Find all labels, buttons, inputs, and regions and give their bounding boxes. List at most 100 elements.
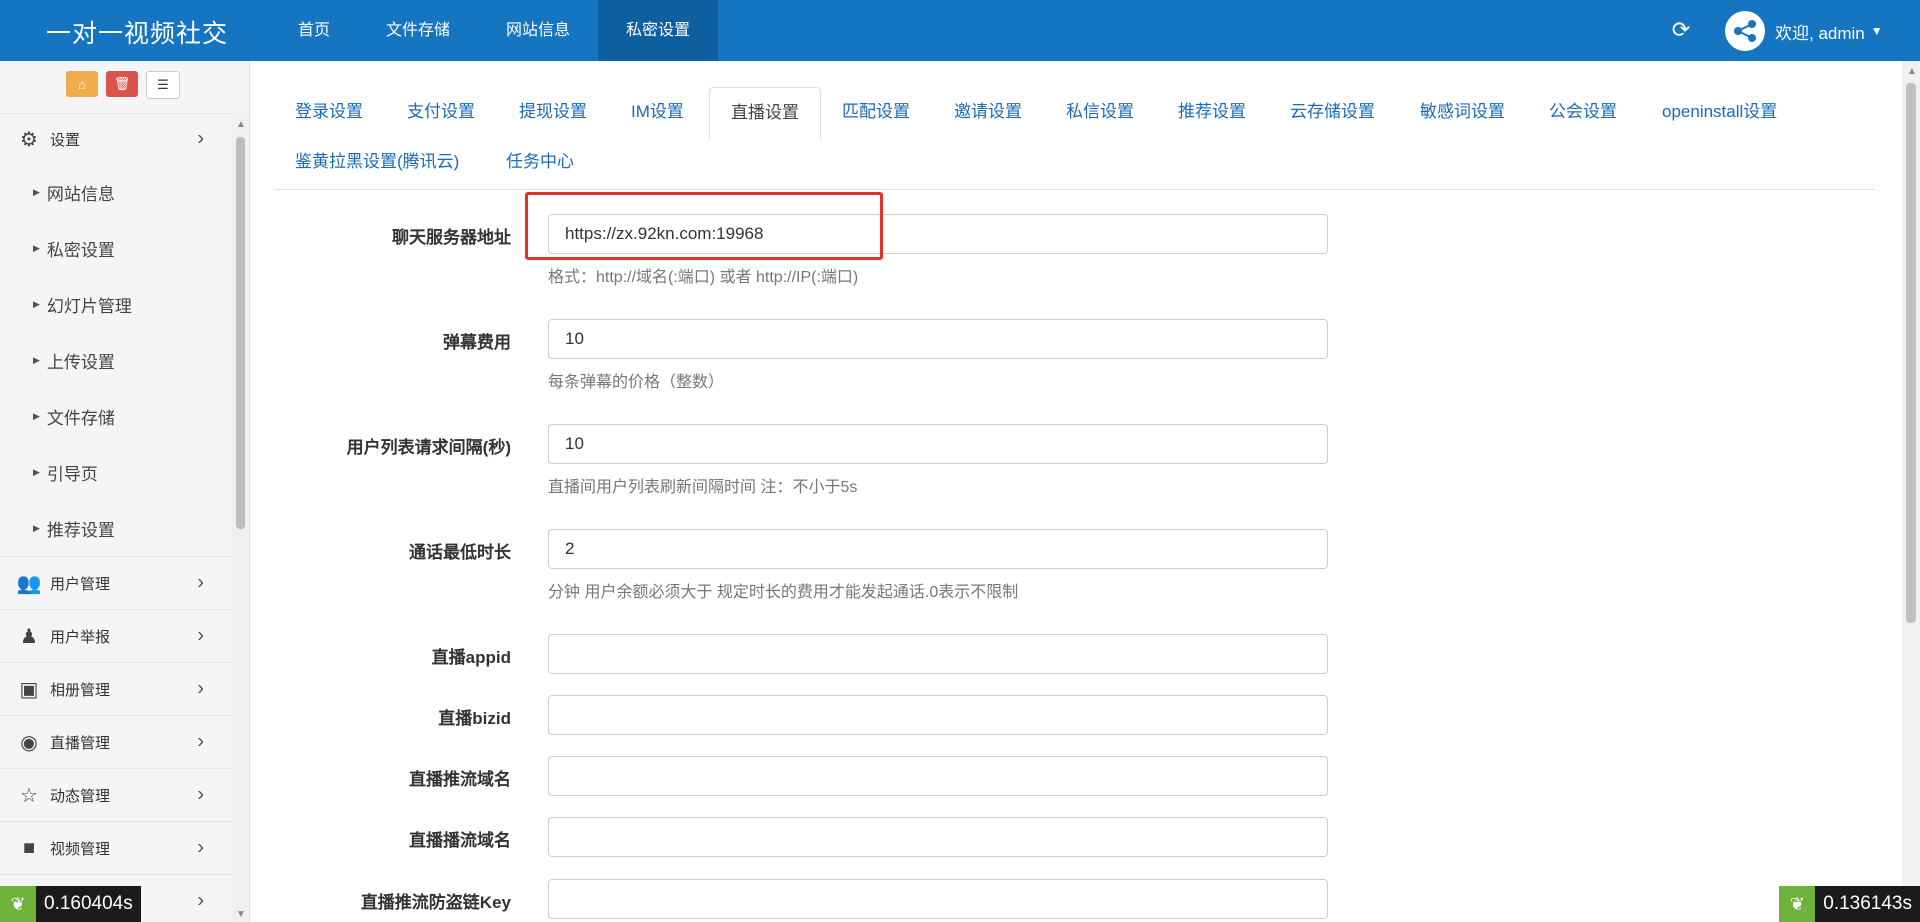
tab-match[interactable]: 匹配设置	[842, 87, 910, 137]
user-list-interval-input[interactable]	[548, 424, 1328, 464]
settings-tabs: 登录设置 支付设置 提现设置 IM设置 直播设置 匹配设置 邀请设置 私信设置 …	[275, 87, 1875, 190]
sidebar-item-videos[interactable]: ■ 视频管理 ›	[0, 821, 232, 874]
top-bar: 一对一视频社交 首页 文件存储 网站信息 私密设置 ⟳ 欢迎, admin ▼	[0, 0, 1920, 61]
play-domain-label: 直播播流域名	[409, 831, 511, 850]
caret-right-icon: ▶	[33, 522, 40, 533]
sidebar-subitem-guide[interactable]: ▶ 引导页	[0, 444, 232, 500]
sidebar-item-moments[interactable]: ☆ 动态管理 ›	[0, 768, 232, 821]
caret-right-icon: ▶	[33, 298, 40, 309]
user-menu[interactable]: 欢迎, admin ▼	[1725, 11, 1883, 51]
leaf-icon: ❦	[1779, 886, 1816, 922]
chat-server-label: 聊天服务器地址	[392, 228, 511, 247]
chevron-right-icon: ›	[197, 730, 204, 753]
sidebar-shortcuts: ⌂ 🗑 ☰	[66, 71, 180, 99]
sidebar-subitem-label: 文件存储	[46, 408, 115, 428]
sidebar-item-label: 视频管理	[50, 840, 111, 858]
min-call-duration-help: 分钟 用户余额必须大于 规定时长的费用才能发起通话.0表示不限制	[548, 584, 1019, 601]
sidebar-item-users[interactable]: 👥 用户管理 ›	[0, 556, 232, 609]
top-nav-site-info[interactable]: 网站信息	[478, 0, 598, 61]
sidebar-item-albums[interactable]: ▣ 相册管理 ›	[0, 662, 232, 715]
chevron-down-icon: ▼	[1870, 24, 1883, 38]
caret-right-icon: ▶	[33, 354, 40, 365]
tab-openinstall[interactable]: openinstall设置	[1662, 87, 1777, 137]
sidebar-subitem-recommend[interactable]: ▶ 推荐设置	[0, 500, 232, 556]
caret-right-icon: ▶	[33, 466, 40, 477]
top-nav-file-storage[interactable]: 文件存储	[358, 0, 478, 61]
sidebar-subitem-slideshow[interactable]: ▶ 幻灯片管理	[0, 276, 232, 332]
tab-cloud-storage[interactable]: 云存储设置	[1290, 87, 1375, 137]
settings-submenu: ▶ 网站信息 ▶ 私密设置 ▶ 幻灯片管理 ▶ 上传设置 ▶ 文件存储 ▶ 引导页 ▶ 推荐设…	[0, 164, 232, 556]
tab-content-moderation[interactable]: 鉴黄拉黑设置(腾讯云)	[295, 137, 459, 187]
tab-private-message[interactable]: 私信设置	[1066, 87, 1134, 137]
sidebar-item-live[interactable]: ◉ 直播管理 ›	[0, 715, 232, 768]
live-appid-label: 直播appid	[431, 648, 511, 667]
sidebar-subitem-label: 引导页	[46, 464, 98, 484]
tab-guild[interactable]: 公会设置	[1549, 87, 1617, 137]
main-scrollbar[interactable]: ▲	[1902, 61, 1920, 922]
chat-server-input[interactable]	[548, 214, 1328, 254]
tab-invite[interactable]: 邀请设置	[954, 87, 1022, 137]
sidebar-item-label: 直播管理	[50, 734, 111, 752]
scroll-up-icon[interactable]: ▲	[236, 119, 246, 130]
avatar	[1725, 11, 1765, 51]
sidebar-subitem-file-storage[interactable]: ▶ 文件存储	[0, 388, 232, 444]
tab-recommend[interactable]: 推荐设置	[1178, 87, 1246, 137]
live-bizid-label: 直播bizid	[438, 709, 511, 728]
scroll-up-icon[interactable]: ▲	[1907, 66, 1917, 77]
user-report-icon: ♟	[20, 625, 38, 648]
menu-list-button[interactable]: ☰	[146, 71, 180, 99]
sidebar-subitem-label: 私密设置	[46, 240, 115, 260]
sidebar-subitem-site-info[interactable]: ▶ 网站信息	[0, 164, 232, 220]
sidebar-item-label: 相册管理	[50, 681, 111, 699]
clear-cache-button[interactable]: 🗑	[106, 71, 138, 97]
tab-task-center[interactable]: 任务中心	[506, 137, 574, 187]
barrage-fee-input[interactable]	[548, 319, 1328, 359]
refresh-icon[interactable]: ⟳	[1668, 17, 1694, 43]
tab-withdraw[interactable]: 提现设置	[519, 87, 587, 137]
sidebar-subitem-upload[interactable]: ▶ 上传设置	[0, 332, 232, 388]
sidebar-item-label: 动态管理	[50, 787, 111, 805]
users-icon: 👥	[16, 572, 42, 595]
sidebar-item-label: 设置	[50, 131, 81, 149]
push-domain-input[interactable]	[548, 756, 1328, 796]
main-scroll-thumb[interactable]	[1906, 83, 1916, 623]
sidebar-item-label: 用户举报	[50, 628, 111, 646]
timer-value: 0.136143s	[1815, 886, 1920, 922]
chevron-right-icon: ›	[197, 571, 204, 594]
chevron-right-icon: ›	[197, 677, 204, 700]
sidebar-subitem-private-settings[interactable]: ▶ 私密设置	[0, 220, 232, 276]
sidebar-scrollbar[interactable]: ▲ ▼	[232, 113, 249, 922]
tab-sensitive-words[interactable]: 敏感词设置	[1420, 87, 1505, 137]
sidebar-item-settings[interactable]: ⚙ 设置 ›	[0, 113, 232, 164]
side-menu: ⚙ 设置 › ▶ 网站信息 ▶ 私密设置 ▶ 幻灯片管理 ▶ 上传设置 ▶ 文件存储 ▶ 引…	[0, 113, 232, 922]
min-call-duration-input[interactable]	[548, 529, 1328, 569]
caret-right-icon: ▶	[33, 410, 40, 421]
play-domain-input[interactable]	[548, 817, 1328, 857]
sidebar-scroll-thumb[interactable]	[236, 137, 245, 529]
scroll-down-icon[interactable]: ▼	[236, 909, 246, 920]
chevron-right-icon: ›	[197, 127, 204, 150]
top-nav-private-settings[interactable]: 私密设置	[598, 0, 719, 61]
leaf-icon: ❦	[0, 886, 36, 922]
live-appid-input[interactable]	[548, 634, 1328, 674]
tab-payment[interactable]: 支付设置	[407, 87, 475, 137]
tab-login[interactable]: 登录设置	[295, 87, 363, 137]
video-icon: ■	[22, 836, 36, 859]
sidebar-subitem-label: 网站信息	[46, 184, 115, 204]
share-icon	[1734, 20, 1756, 42]
chat-server-help: 格式：http://域名(:端口) 或者 http://IP(:端口)	[548, 269, 859, 286]
top-nav-home[interactable]: 首页	[270, 0, 358, 61]
push-domain-label: 直播推流域名	[409, 770, 511, 789]
barrage-fee-help: 每条弹幕的价格（整数）	[548, 374, 725, 391]
app-title: 一对一视频社交	[46, 20, 229, 48]
tab-live[interactable]: 直播设置	[709, 87, 821, 140]
tab-im[interactable]: IM设置	[631, 87, 684, 137]
home-shortcut-button[interactable]: ⌂	[66, 71, 98, 97]
push-key-input[interactable]	[548, 879, 1328, 919]
gears-icon: ⚙	[20, 128, 38, 151]
user-list-interval-label: 用户列表请求间隔(秒)	[346, 438, 511, 457]
main-content: 登录设置 支付设置 提现设置 IM设置 直播设置 匹配设置 邀请设置 私信设置 …	[250, 61, 1900, 922]
chevron-right-icon: ›	[197, 783, 204, 806]
sidebar-item-user-reports[interactable]: ♟ 用户举报 ›	[0, 609, 232, 662]
live-bizid-input[interactable]	[548, 695, 1328, 735]
